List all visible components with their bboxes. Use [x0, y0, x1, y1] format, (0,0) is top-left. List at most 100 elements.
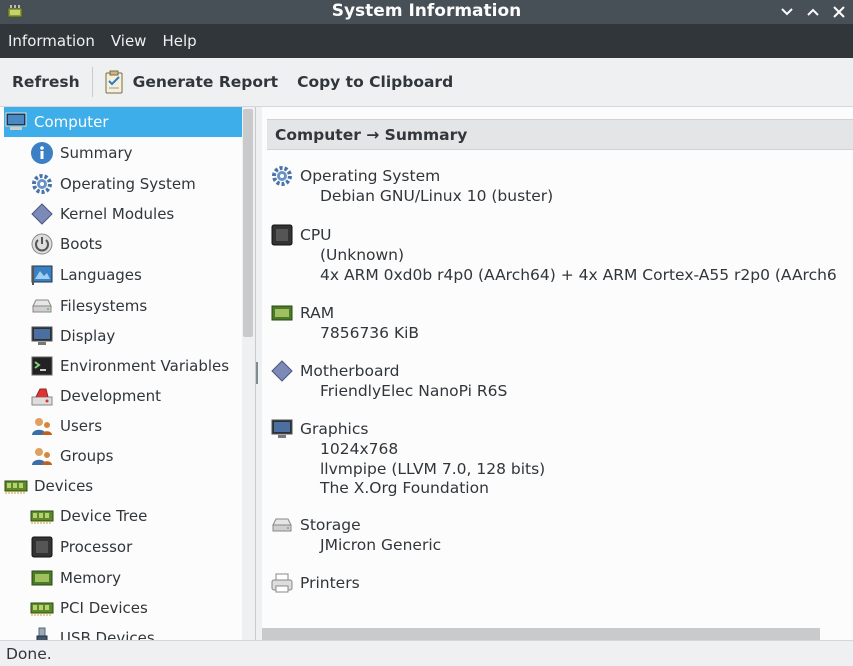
summary-header: Computer → Summary	[267, 119, 853, 150]
module-icon	[30, 202, 54, 226]
sidebar-item-summary[interactable]: Summary	[30, 138, 242, 168]
clipboard-report-icon	[103, 69, 127, 95]
sidebar-item-filesystems[interactable]: Filesystems	[30, 291, 242, 321]
sidebar-item-environment-variables[interactable]: Environment Variables	[30, 351, 242, 381]
sidebar-item-languages[interactable]: Languages	[30, 260, 242, 290]
section-value: The X.Org Foundation	[320, 479, 489, 497]
section-ram: RAM 7856736 KiB	[270, 302, 419, 344]
title-bar: System Information	[0, 0, 853, 24]
sidebar-item-kernel-modules[interactable]: Kernel Modules	[30, 199, 242, 229]
sidebar-tree[interactable]: Computer Summary Operating System Kernel…	[0, 107, 256, 640]
sidebar-item-development[interactable]: Development	[30, 381, 242, 411]
section-title: CPU	[300, 226, 332, 244]
section-cpu: CPU (Unknown) 4x ARM 0xd0b r4p0 (AArch64…	[270, 224, 837, 285]
info-icon	[30, 141, 54, 165]
memory-card-icon	[30, 596, 54, 620]
content-horizontal-scrollbar[interactable]	[262, 628, 820, 640]
printer-icon	[270, 571, 294, 595]
sidebar-item-boots[interactable]: Boots	[30, 229, 242, 259]
sidebar-item-label: Display	[60, 327, 116, 345]
sidebar-item-label: Groups	[60, 447, 114, 465]
cpu-icon	[30, 535, 54, 559]
sidebar-item-label: PCI Devices	[60, 599, 148, 617]
sidebar-item-label: Development	[60, 387, 161, 405]
sidebar-item-device-tree[interactable]: Device Tree	[30, 501, 242, 531]
sidebar-item-memory[interactable]: Memory	[30, 563, 242, 593]
section-title: Motherboard	[300, 362, 400, 380]
memory-card-icon	[30, 504, 54, 528]
menu-view[interactable]: View	[103, 32, 155, 50]
sidebar-item-pci-devices[interactable]: PCI Devices	[30, 593, 242, 623]
menu-bar: Information View Help	[0, 24, 853, 58]
gear-icon	[270, 164, 294, 188]
computer-icon	[4, 110, 28, 134]
sidebar-item-label: Device Tree	[60, 507, 148, 525]
generate-report-button[interactable]: Generate Report	[103, 69, 278, 95]
sidebar-item-groups[interactable]: Groups	[30, 441, 242, 471]
sidebar-item-computer[interactable]: Computer	[4, 107, 242, 137]
sidebar-item-label: Environment Variables	[60, 357, 230, 375]
section-value: 7856736 KiB	[320, 324, 420, 342]
gear-icon	[30, 172, 54, 196]
sidebar-item-label: Filesystems	[60, 297, 148, 315]
menu-help[interactable]: Help	[154, 32, 204, 50]
sidebar-item-devices[interactable]: Devices	[4, 471, 242, 501]
section-title: Operating System	[300, 167, 441, 185]
sidebar-item-label: USB Devices	[60, 629, 155, 640]
sidebar-item-label: Computer	[34, 113, 109, 131]
section-title: Printers	[300, 574, 360, 592]
drive-icon	[270, 513, 294, 537]
power-icon	[30, 232, 54, 256]
sidebar-item-usb-devices[interactable]: USB Devices	[30, 623, 242, 640]
sidebar-item-display[interactable]: Display	[30, 321, 242, 351]
sidebar-item-label: Boots	[60, 235, 103, 253]
cpu-icon	[270, 223, 294, 247]
window-title: System Information	[331, 1, 522, 21]
copy-to-clipboard-button[interactable]: Copy to Clipboard	[297, 73, 453, 91]
toolbar-separator	[91, 67, 93, 97]
sidebar-item-label: Memory	[60, 569, 122, 587]
section-graphics: Graphics 1024x768 llvmpipe (LLVM 7.0, 12…	[270, 418, 545, 499]
section-motherboard: Motherboard FriendlyElec NanoPi R6S	[270, 360, 507, 402]
sidebar-item-label: Kernel Modules	[60, 205, 175, 223]
development-icon	[30, 384, 54, 408]
refresh-button[interactable]: Refresh	[12, 73, 80, 91]
flag-icon	[30, 263, 54, 287]
sidebar-item-label: Users	[60, 417, 103, 435]
usb-icon	[30, 626, 54, 640]
section-value: llvmpipe (LLVM 7.0, 128 bits)	[320, 459, 546, 478]
sidebar-item-operating-system[interactable]: Operating System	[30, 169, 242, 199]
section-value: JMicron Generic	[320, 536, 442, 554]
sidebar-item-label: Languages	[60, 266, 142, 284]
groups-icon	[30, 444, 54, 468]
menu-information[interactable]: Information	[0, 32, 103, 50]
maximize-button[interactable]	[805, 4, 821, 20]
sidebar-item-users[interactable]: Users	[30, 411, 242, 441]
terminal-icon	[30, 354, 54, 378]
minimize-button[interactable]	[779, 4, 795, 20]
generate-report-label: Generate Report	[132, 73, 279, 91]
status-bar: Done.	[0, 640, 853, 666]
ram-icon	[30, 566, 54, 590]
sidebar-item-label: Operating System	[60, 175, 196, 193]
pane-splitter-handle[interactable]	[256, 362, 258, 384]
sidebar-scrollbar-thumb[interactable]	[243, 109, 253, 337]
sidebar-item-label: Summary	[60, 144, 133, 162]
section-title: Graphics	[300, 420, 369, 438]
section-value: 1024x768	[320, 440, 399, 458]
section-storage: Storage JMicron Generic	[270, 514, 441, 556]
users-icon	[30, 414, 54, 438]
monitor-icon	[30, 324, 54, 348]
section-printers: Printers	[270, 572, 360, 594]
memory-card-icon	[4, 474, 28, 498]
section-value: 4x ARM 0xd0b r4p0 (AArch64) + 4x ARM Cor…	[320, 265, 837, 284]
section-title: Storage	[300, 516, 361, 534]
toolbar: Refresh Generate Report Copy to Clipboar…	[0, 58, 853, 107]
section-value: FriendlyElec NanoPi R6S	[320, 382, 508, 400]
ram-icon	[270, 301, 294, 325]
sidebar-item-label: Devices	[34, 477, 94, 495]
sidebar-item-label: Processor	[60, 538, 133, 556]
close-button[interactable]	[831, 4, 847, 20]
sidebar-item-processor[interactable]: Processor	[30, 532, 242, 562]
status-text: Done.	[6, 644, 52, 663]
